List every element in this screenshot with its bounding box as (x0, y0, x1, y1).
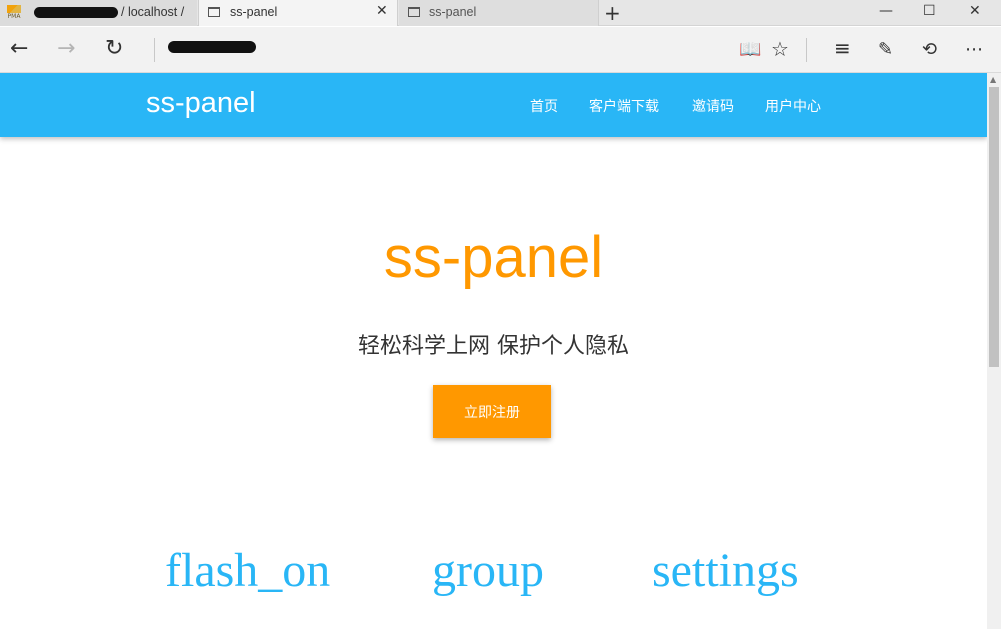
group-icon: group (432, 544, 544, 597)
hero-subtitle: 轻松科学上网 保护个人隐私 (358, 334, 629, 359)
refresh-button[interactable]: ↻ (105, 38, 123, 60)
redacted-block (34, 7, 118, 18)
favorite-star-icon[interactable]: ☆ (771, 37, 789, 61)
minimize-button[interactable]: — (879, 3, 893, 19)
tab-ss-panel[interactable]: ss-panel (399, 0, 599, 26)
share-icon[interactable]: ⟲ (922, 39, 937, 60)
nav-link-user-center[interactable]: 用户中心 (765, 96, 821, 116)
nav-link-invite-code[interactable]: 邀请码 (692, 96, 734, 116)
maximize-button[interactable]: ☐ (923, 3, 936, 19)
web-note-icon[interactable]: ✎ (878, 39, 893, 60)
page-icon (208, 7, 220, 17)
browser-tab-bar: PMA / localhost / ss-panel ✕ ss-panel + … (0, 0, 1001, 26)
browser-toolbar: ← → ↻ 📖 ☆ ≡ ✎ ⟲ ⋯ (0, 27, 1001, 73)
back-button[interactable]: ← (10, 38, 28, 60)
vertical-scrollbar[interactable]: ▲ (987, 73, 1001, 629)
reading-view-icon[interactable]: 📖 (739, 39, 761, 60)
new-tab-button[interactable]: + (604, 1, 621, 25)
tab-label: ss-panel (429, 5, 477, 19)
flash-on-icon: flash_on (165, 544, 331, 597)
redacted-url (168, 41, 256, 53)
page-icon (408, 7, 420, 17)
toolbar-divider (806, 38, 807, 62)
scroll-up-icon[interactable]: ▲ (990, 75, 996, 84)
nav-link-client-download[interactable]: 客户端下载 (589, 96, 659, 116)
close-tab-icon[interactable]: ✕ (376, 3, 388, 19)
forward-button[interactable]: → (57, 38, 75, 60)
nav-link-home[interactable]: 首页 (530, 96, 558, 116)
scrollbar-thumb[interactable] (989, 87, 999, 367)
page-viewport: ss-panel 首页 客户端下载 邀请码 用户中心 ss-panel 轻松科学… (0, 73, 987, 629)
toolbar-divider (154, 38, 155, 62)
phpmyadmin-logo-icon: PMA (5, 5, 23, 21)
tab-localhost[interactable]: PMA / localhost / (0, 0, 197, 26)
more-icon[interactable]: ⋯ (965, 39, 983, 60)
site-brand[interactable]: ss-panel (146, 87, 256, 120)
close-window-button[interactable]: ✕ (969, 3, 981, 19)
hub-icon[interactable]: ≡ (834, 36, 851, 60)
settings-icon: settings (652, 544, 799, 597)
site-navbar: ss-panel 首页 客户端下载 邀请码 用户中心 (0, 73, 987, 137)
tab-label: ss-panel (230, 5, 278, 19)
tab-ss-panel-active[interactable]: ss-panel ✕ (198, 0, 398, 26)
hero-title: ss-panel (383, 225, 604, 290)
address-field[interactable] (160, 35, 720, 65)
register-button[interactable]: 立即注册 (433, 385, 551, 438)
tab-label: / localhost / (121, 5, 185, 19)
